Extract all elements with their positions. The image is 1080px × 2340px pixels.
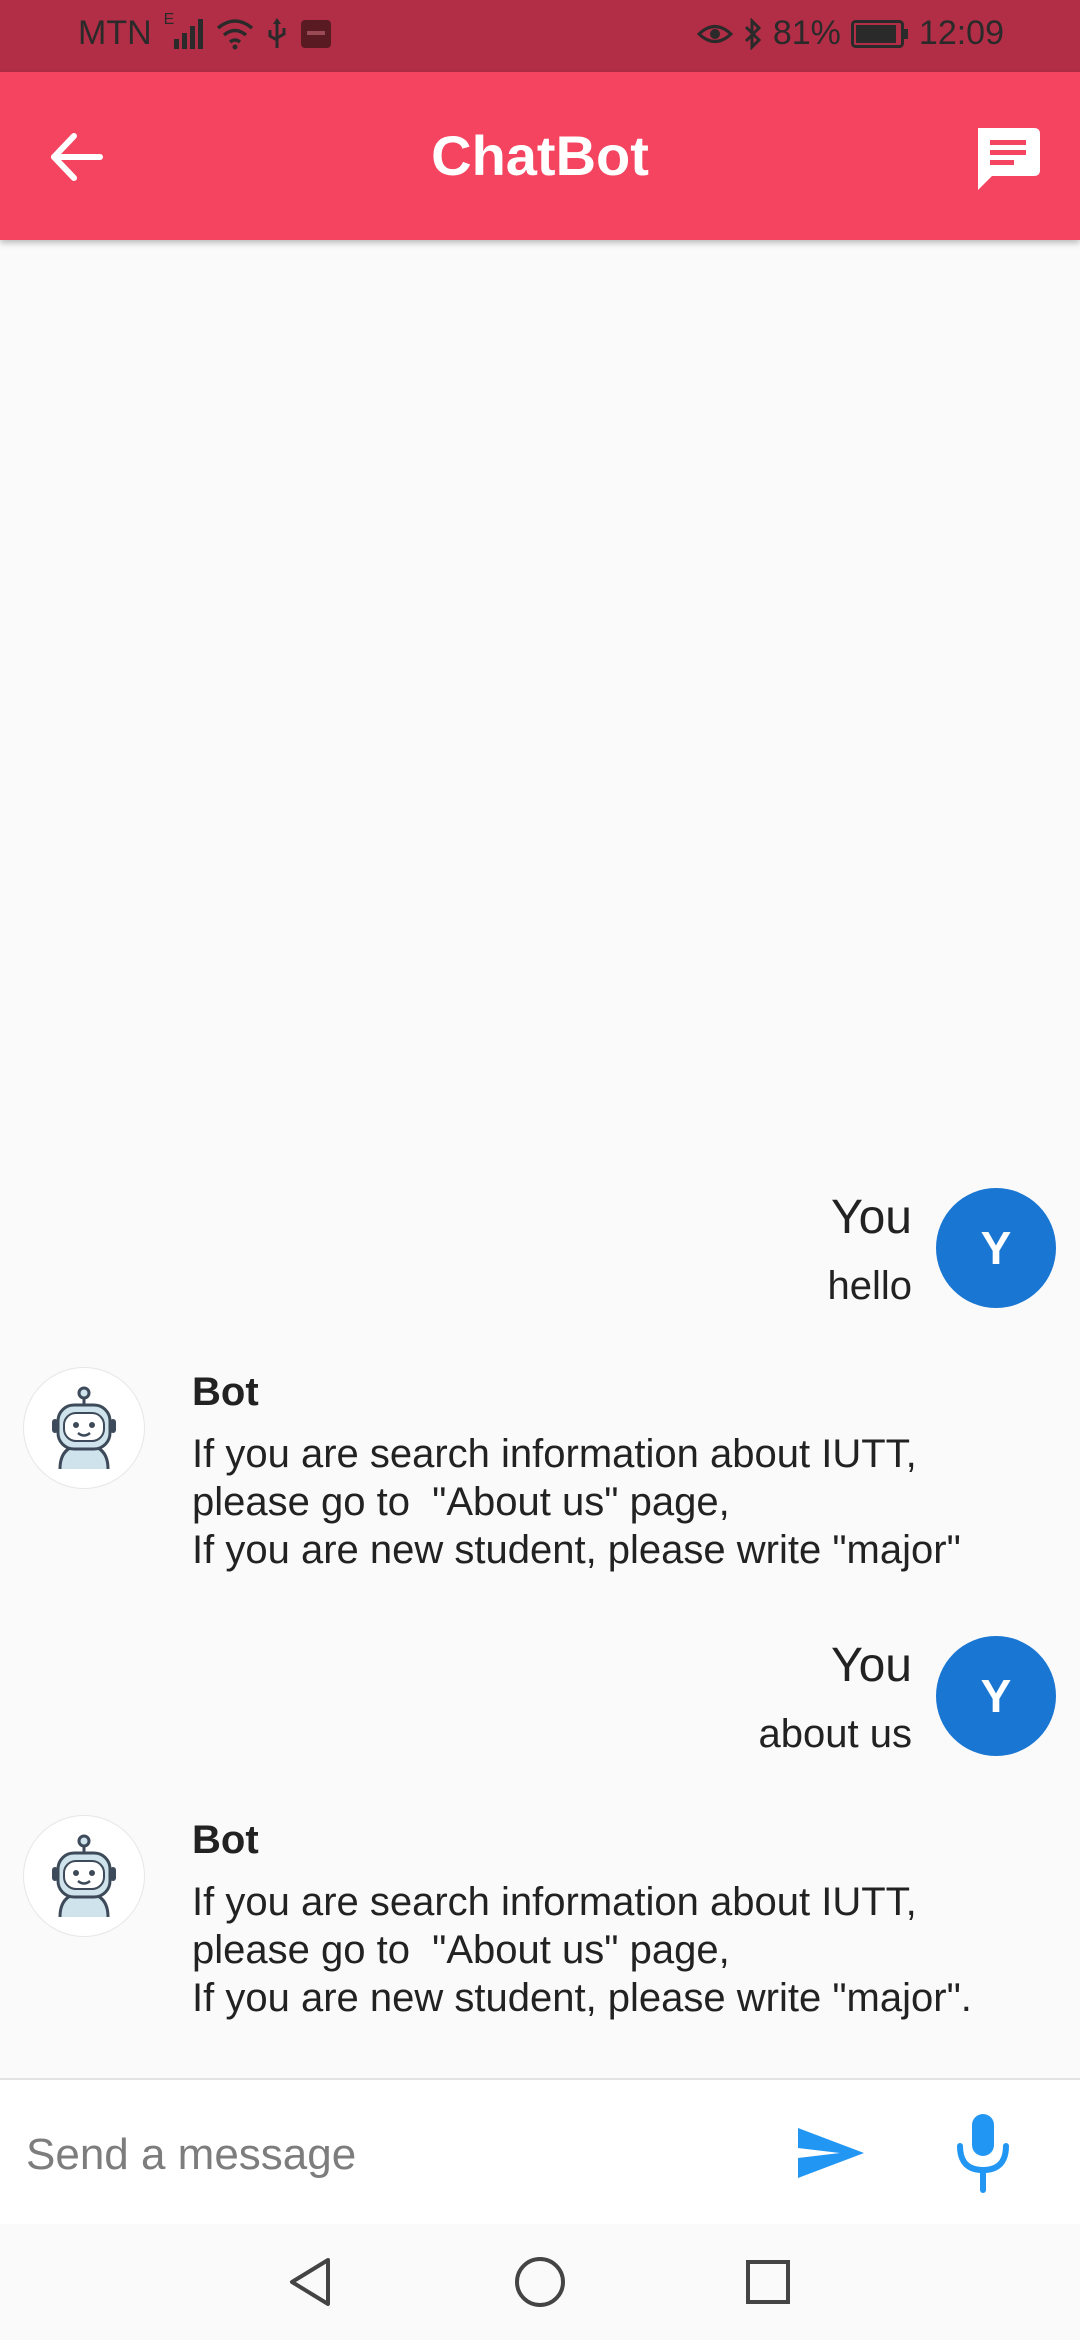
sender-name: Bot <box>192 1818 259 1862</box>
user-avatar: Y <box>936 1188 1056 1308</box>
send-icon <box>798 2128 864 2178</box>
robot-icon <box>52 1834 116 1918</box>
status-right: 81% 12:09 <box>696 14 1004 53</box>
microphone-button[interactable] <box>948 2110 1018 2196</box>
notification-icon <box>300 19 332 49</box>
chat-button[interactable] <box>968 120 1044 196</box>
message-line: please go to "About us" page, <box>192 1928 730 1972</box>
status-bar: MTN E 81% 12:09 <box>0 0 1080 72</box>
carrier-label: MTN <box>78 14 152 52</box>
nav-back-button[interactable] <box>280 2252 340 2312</box>
microphone-icon <box>957 2114 1009 2193</box>
usb-icon <box>266 17 288 50</box>
message-body: If you are search information about IUTT… <box>192 1430 961 1574</box>
status-left: MTN E <box>78 11 332 53</box>
user-message-text: You hello <box>827 1190 912 1310</box>
bot-message-text: Bot If you are search information about … <box>192 1368 961 1574</box>
clock-label: 12:09 <box>918 14 1004 52</box>
message-composer <box>0 2078 1080 2226</box>
wifi-icon <box>216 18 254 50</box>
user-message-text: You about us <box>759 1638 912 1758</box>
user-avatar: Y <box>936 1636 1056 1756</box>
app-bar: ChatBot <box>0 72 1080 240</box>
back-triangle-icon <box>290 2258 330 2306</box>
home-circle-icon <box>515 2257 565 2307</box>
sender-name: You <box>831 1191 912 1244</box>
message-body: hello <box>827 1264 912 1308</box>
sender-name: Bot <box>192 1370 259 1414</box>
bot-message-text: Bot If you are search information about … <box>192 1816 972 2022</box>
chat-bubble-icon <box>978 128 1040 190</box>
navigation-bar <box>0 2224 1080 2340</box>
signal-icon: E <box>164 11 204 51</box>
message-input[interactable] <box>24 2116 768 2194</box>
message-line: If you are new student, please write "ma… <box>192 1528 961 1572</box>
battery-label: 81% <box>772 14 841 52</box>
network-badge: E <box>163 10 175 28</box>
nav-home-button[interactable] <box>510 2252 570 2312</box>
message-line: If you are new student, please write "ma… <box>192 1976 972 2020</box>
message-body: If you are search information about IUTT… <box>192 1878 972 2022</box>
bot-avatar <box>24 1816 144 1936</box>
send-button[interactable] <box>792 2114 870 2192</box>
bot-avatar <box>24 1368 144 1488</box>
sender-name: You <box>831 1639 912 1692</box>
robot-icon <box>52 1386 116 1470</box>
nav-recents-button[interactable] <box>738 2252 798 2312</box>
bluetooth-icon <box>743 17 763 50</box>
battery-icon <box>850 19 909 48</box>
recents-square-icon <box>746 2260 790 2304</box>
message-line: If you are search information about IUTT… <box>192 1880 917 1924</box>
message-list[interactable]: You hello Y Bot If you are search inform… <box>0 240 1080 2078</box>
message-line: If you are search information about IUTT… <box>192 1432 917 1476</box>
message-body: about us <box>758 1712 912 1756</box>
message-line: please go to "About us" page, <box>192 1480 730 1524</box>
page-title: ChatBot <box>431 124 649 187</box>
eye-icon <box>696 21 733 47</box>
